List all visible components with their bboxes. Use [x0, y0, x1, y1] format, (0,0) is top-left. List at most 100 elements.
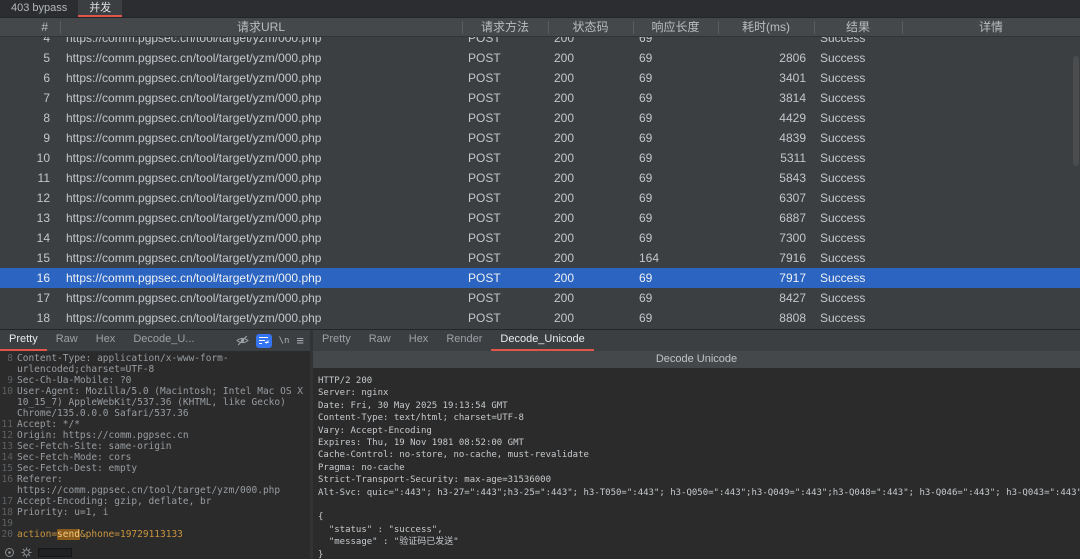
cell-status: 200 — [554, 71, 575, 85]
cell-time: 7300 — [779, 231, 806, 245]
cell-time: 6887 — [779, 211, 806, 225]
response-line: "status" : "success", — [318, 524, 443, 535]
payload-marker: send — [57, 529, 80, 540]
window-tab-403-bypass[interactable]: 403 bypass — [0, 0, 78, 17]
response-editor[interactable]: HTTP/2 200 Server: nginx Date: Fri, 30 May… — [313, 368, 1080, 559]
table-row[interactable]: 7 https://comm.pgpsec.cn/tool/target/yzm/… — [0, 88, 1080, 108]
table-row[interactable]: 4 https://comm.pgpsec.cn/tool/target/yzm/… — [0, 37, 1080, 48]
cell-time: 6307 — [779, 191, 806, 205]
response-tab-raw[interactable]: Raw — [360, 330, 400, 351]
line-number: 14 — [1, 452, 13, 463]
cell-url: https://comm.pgpsec.cn/tool/target/yzm/0… — [66, 251, 322, 265]
menu-icon[interactable]: ≡ — [296, 334, 304, 347]
cell-time: 8808 — [779, 311, 806, 325]
response-tab-render[interactable]: Render — [437, 330, 491, 351]
response-tab-hex[interactable]: Hex — [400, 330, 438, 351]
cell-num: 18 — [36, 311, 50, 325]
cell-status: 200 — [554, 291, 575, 305]
request-editor[interactable]: 8 Content-Type: application/x-www-form-ur… — [0, 351, 310, 546]
cell-time: 8427 — [779, 291, 806, 305]
cell-result: Success — [820, 251, 866, 265]
cell-length: 69 — [639, 71, 653, 85]
cell-time: 7917 — [779, 271, 806, 285]
newline-icon[interactable]: \n — [279, 336, 290, 346]
request-line: 14 Sec-Fetch-Mode: cors — [0, 452, 310, 463]
cell-status: 200 — [554, 251, 575, 265]
table-row[interactable]: 17 https://comm.pgpsec.cn/tool/target/yzm… — [0, 288, 1080, 308]
table-header: # 请求URL 请求方法 状态码 响应长度 耗时(ms) 结果 详情 — [0, 18, 1080, 37]
request-tab-bar: Pretty Raw Hex Decode_U... \n ≡ — [0, 330, 310, 351]
cell-status: 200 — [554, 91, 575, 105]
table-scrollbar-thumb[interactable] — [1073, 56, 1079, 166]
table-row[interactable]: 6 https://comm.pgpsec.cn/tool/target/yzm/… — [0, 68, 1080, 88]
line-number: 13 — [1, 441, 13, 452]
line-text: Sec-Ch-Ua-Mobile: ?0 — [17, 375, 132, 386]
line-text: Accept-Encoding: gzip, deflate, br — [17, 496, 212, 507]
line-text: Priority: u=1, i — [17, 507, 109, 518]
table-row[interactable]: 15 https://comm.pgpsec.cn/tool/target/yzm… — [0, 248, 1080, 268]
table-row[interactable]: 14 https://comm.pgpsec.cn/tool/target/yzm… — [0, 228, 1080, 248]
table-row[interactable]: 5 https://comm.pgpsec.cn/tool/target/yzm/… — [0, 48, 1080, 68]
cell-url: https://comm.pgpsec.cn/tool/target/yzm/0… — [66, 91, 322, 105]
window-tab-concurrency[interactable]: 并发 — [78, 0, 123, 17]
cell-num: 15 — [36, 251, 50, 265]
request-tab-hex[interactable]: Hex — [87, 330, 125, 351]
cell-length: 69 — [639, 231, 653, 245]
cell-url: https://comm.pgpsec.cn/tool/target/yzm/0… — [66, 111, 322, 125]
crosshair-icon[interactable] — [4, 547, 15, 558]
column-header-method[interactable]: 请求方法 — [462, 18, 548, 37]
response-tab-decode-unicode[interactable]: Decode_Unicode — [491, 330, 594, 351]
line-text: Sec-Fetch-Dest: empty — [17, 463, 138, 474]
cell-method: POST — [468, 191, 501, 205]
cell-url: https://comm.pgpsec.cn/tool/target/yzm/0… — [66, 211, 322, 225]
column-header-url[interactable]: 请求URL — [60, 18, 462, 37]
cell-method: POST — [468, 291, 501, 305]
request-line: 8 Content-Type: application/x-www-form-ur… — [0, 353, 310, 375]
cell-result: Success — [820, 71, 866, 85]
cell-num: 10 — [36, 151, 50, 165]
request-tab-decode-u[interactable]: Decode_U... — [124, 330, 203, 351]
cell-status: 200 — [554, 37, 575, 45]
table-row[interactable]: 10 https://comm.pgpsec.cn/tool/target/yzm… — [0, 148, 1080, 168]
column-header-details[interactable]: 详情 — [902, 18, 1080, 37]
line-number: 17 — [1, 496, 13, 507]
line-text: Origin: https://comm.pgpsec.cn — [17, 430, 189, 441]
table-row[interactable]: 13 https://comm.pgpsec.cn/tool/target/yzm… — [0, 208, 1080, 228]
cell-url: https://comm.pgpsec.cn/tool/target/yzm/0… — [66, 171, 322, 185]
table-row[interactable]: 9 https://comm.pgpsec.cn/tool/target/yzm/… — [0, 128, 1080, 148]
line-text: Content-Type: application/x-www-form-url… — [17, 353, 229, 375]
mini-search-field[interactable] — [38, 548, 72, 557]
hide-icon[interactable] — [235, 335, 249, 346]
table-row[interactable]: 12 https://comm.pgpsec.cn/tool/target/yzm… — [0, 188, 1080, 208]
cell-status: 200 — [554, 271, 575, 285]
request-tab-raw[interactable]: Raw — [47, 330, 87, 351]
cell-method: POST — [468, 71, 501, 85]
column-header-length[interactable]: 响应长度 — [633, 18, 718, 37]
cell-method: POST — [468, 271, 501, 285]
response-line: Strict-Transport-Security: max-age=31536… — [318, 475, 551, 486]
column-header-status[interactable]: 状态码 — [548, 18, 633, 37]
column-header-time[interactable]: 耗时(ms) — [718, 18, 814, 37]
cell-time: 7916 — [779, 251, 806, 265]
cell-length: 69 — [639, 191, 653, 205]
cell-length: 69 — [639, 151, 653, 165]
cell-status: 200 — [554, 131, 575, 145]
cell-length: 69 — [639, 311, 653, 325]
cell-length: 69 — [639, 91, 653, 105]
cell-num: 6 — [43, 71, 50, 85]
request-line: 12 Origin: https://comm.pgpsec.cn — [0, 430, 310, 441]
response-line: Vary: Accept-Encoding — [318, 425, 432, 436]
line-text: Sec-Fetch-Site: same-origin — [17, 441, 172, 452]
cell-status: 200 — [554, 51, 575, 65]
request-tab-pretty[interactable]: Pretty — [0, 330, 47, 351]
table-row[interactable]: 16 https://comm.pgpsec.cn/tool/target/yzm… — [0, 268, 1080, 288]
column-header-num[interactable]: # — [0, 18, 60, 37]
gear-icon[interactable] — [21, 547, 32, 558]
cell-method: POST — [468, 151, 501, 165]
table-row[interactable]: 11 https://comm.pgpsec.cn/tool/target/yzm… — [0, 168, 1080, 188]
cell-url: https://comm.pgpsec.cn/tool/target/yzm/0… — [66, 271, 322, 285]
column-header-result[interactable]: 结果 — [814, 18, 902, 37]
response-tab-pretty[interactable]: Pretty — [313, 330, 360, 351]
soft-wrap-icon[interactable] — [255, 333, 272, 348]
table-row[interactable]: 8 https://comm.pgpsec.cn/tool/target/yzm/… — [0, 108, 1080, 128]
